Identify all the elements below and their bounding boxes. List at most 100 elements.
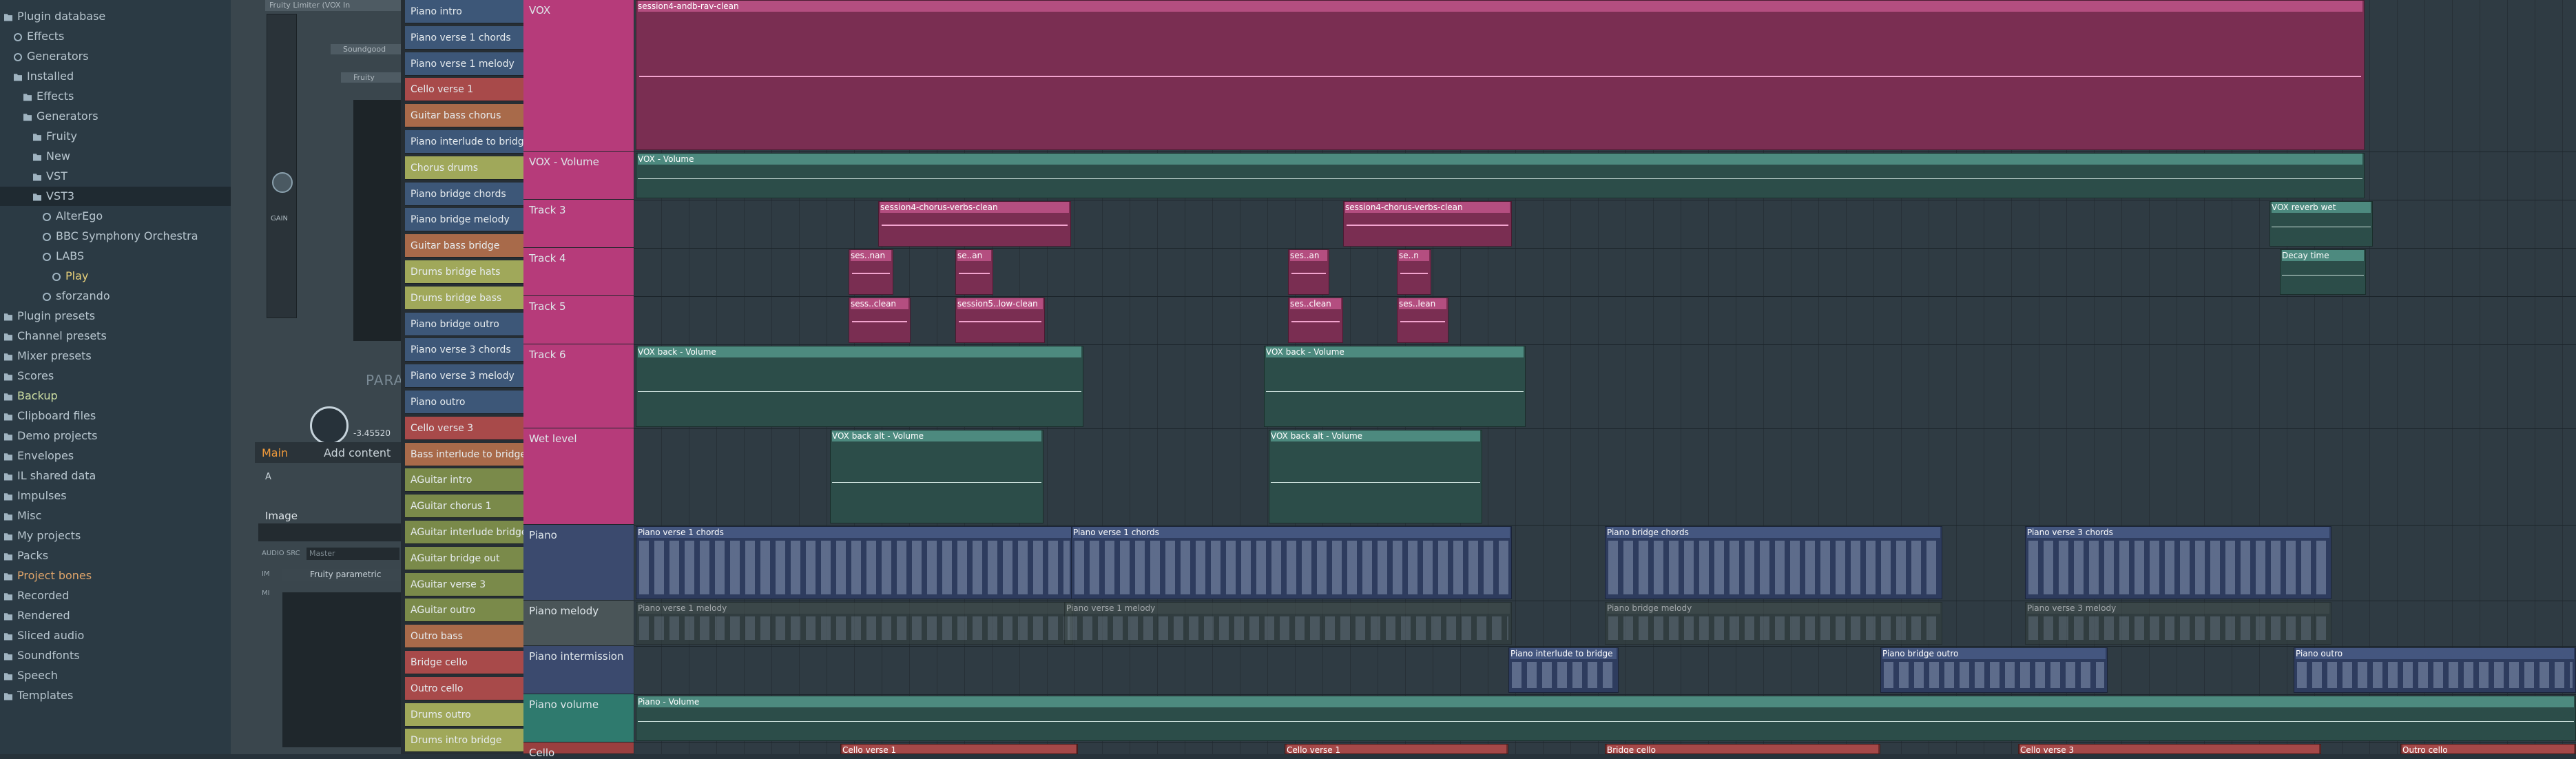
browser-item[interactable]: Clipboard files bbox=[0, 406, 231, 426]
timeline-clip[interactable]: Piano bridge outro bbox=[1880, 647, 2108, 693]
row-a-label[interactable]: A bbox=[265, 472, 271, 482]
timeline-clip[interactable]: session4-chorus-verbs-clean bbox=[878, 201, 1071, 247]
image-slot[interactable] bbox=[258, 523, 401, 541]
timeline-clip[interactable]: VOX back alt - Volume bbox=[1269, 430, 1482, 523]
clip-picker-item[interactable]: Piano verse 3 chords bbox=[405, 338, 523, 362]
timeline-clip[interactable]: Piano bridge chords bbox=[1605, 526, 1942, 599]
fruity-window-titlebar[interactable]: Fruity bbox=[341, 72, 401, 83]
track-header[interactable]: Track 6 bbox=[523, 344, 634, 428]
clip-picker-item[interactable]: Guitar bass bridge bbox=[405, 234, 523, 258]
track-header[interactable]: Piano intermission bbox=[523, 646, 634, 694]
timeline-clip[interactable]: VOX back alt - Volume bbox=[830, 430, 1043, 523]
track-header[interactable]: Piano volume bbox=[523, 694, 634, 742]
clip-picker-item[interactable]: Cello verse 1 bbox=[405, 78, 523, 102]
timeline-clip[interactable]: VOX back - Volume bbox=[636, 346, 1083, 427]
eq-graph[interactable] bbox=[282, 592, 401, 747]
timeline-clip[interactable]: ses..an bbox=[1288, 249, 1329, 295]
audio-src-select[interactable]: Master bbox=[307, 548, 399, 560]
browser-item[interactable]: LABS bbox=[0, 247, 231, 266]
browser-item[interactable]: Misc bbox=[0, 506, 231, 526]
tab-add-content[interactable]: Add content bbox=[324, 446, 391, 459]
timeline-clip[interactable]: Piano verse 3 melody bbox=[2025, 602, 2331, 645]
browser-item[interactable]: Effects bbox=[0, 27, 231, 46]
track-header[interactable]: Cello bbox=[523, 742, 634, 759]
clip-picker-item[interactable]: Piano bridge chords bbox=[405, 182, 523, 206]
clip-picker-item[interactable]: AGuitar chorus 1 bbox=[405, 495, 523, 519]
timeline-clip[interactable]: Cello verse 3 bbox=[2018, 744, 2321, 754]
browser-item[interactable]: sforzando bbox=[0, 287, 231, 306]
clip-picker-item[interactable]: Piano interlude to bridge bbox=[405, 130, 523, 154]
browser-item[interactable]: New bbox=[0, 147, 231, 166]
browser-item[interactable]: AlterEgo bbox=[0, 207, 231, 226]
browser-item[interactable]: Mixer presets bbox=[0, 346, 231, 366]
timeline-clip[interactable]: session4-chorus-verbs-clean bbox=[1343, 201, 1512, 247]
timeline-clip[interactable]: VOX back - Volume bbox=[1264, 346, 1526, 427]
browser-item[interactable]: Templates bbox=[0, 686, 231, 705]
clip-picker-item[interactable]: Drums intro bridge bbox=[405, 729, 523, 753]
clip-picker-item[interactable]: Outro bass bbox=[405, 625, 523, 649]
timeline-clip[interactable]: ses..clean bbox=[1288, 298, 1343, 343]
clip-picker-item[interactable]: AGuitar outro bbox=[405, 599, 523, 623]
timeline-clip[interactable]: session5..low-clean bbox=[955, 298, 1045, 343]
clip-picker-item[interactable]: Drums outro bbox=[405, 703, 523, 727]
clip-picker-item[interactable]: Piano verse 1 melody bbox=[405, 52, 523, 76]
timeline-clip[interactable]: Piano bridge melody bbox=[1605, 602, 1942, 645]
track-header[interactable]: VOX bbox=[523, 0, 634, 152]
clip-picker-item[interactable]: Bridge cello bbox=[405, 651, 523, 674]
timeline-clip[interactable]: Piano verse 3 chords bbox=[2025, 526, 2331, 599]
track-header[interactable]: Wet level bbox=[523, 428, 634, 525]
browser-item[interactable]: VST3 bbox=[0, 187, 231, 206]
track-header[interactable]: Track 5 bbox=[523, 296, 634, 344]
clip-picker-item[interactable]: Piano bridge melody bbox=[405, 208, 523, 232]
clip-picker-item[interactable]: Drums bridge bass bbox=[405, 286, 523, 310]
clip-picker-item[interactable]: AGuitar interlude bridge bbox=[405, 521, 523, 544]
timeline-clip[interactable]: Decay time bbox=[2280, 249, 2366, 295]
browser-item[interactable]: VST bbox=[0, 167, 231, 186]
track-header[interactable]: Piano bbox=[523, 525, 634, 601]
timeline-clip[interactable]: Piano verse 1 melody bbox=[1064, 602, 1512, 645]
timeline-clip[interactable]: Cello verse 1 bbox=[840, 744, 1078, 754]
clip-picker-item[interactable]: Piano intro bbox=[405, 0, 523, 23]
clip-picker-item[interactable]: Guitar bass chorus bbox=[405, 104, 523, 128]
clip-picker-item[interactable]: Piano verse 1 chords bbox=[405, 25, 523, 50]
browser-item[interactable]: Recorded bbox=[0, 586, 231, 605]
timeline-clip[interactable]: Piano verse 1 chords bbox=[636, 526, 1073, 599]
timeline-clip[interactable]: VOX reverb wet bbox=[2269, 201, 2373, 247]
timeline-clip[interactable]: Piano verse 1 melody bbox=[636, 602, 1073, 645]
track-header[interactable]: Track 4 bbox=[523, 248, 634, 296]
fruity-parametric-slot[interactable]: Fruity parametric bbox=[282, 569, 401, 581]
clip-picker-item[interactable]: AGuitar intro bbox=[405, 468, 523, 492]
timeline-clip[interactable]: Piano interlude to bridge bbox=[1508, 647, 1619, 693]
browser-item[interactable]: Rendered bbox=[0, 606, 231, 625]
clip-picker-item[interactable]: Drums bridge hats bbox=[405, 260, 523, 284]
clip-picker-item[interactable]: Cello verse 3 bbox=[405, 416, 523, 440]
browser-item[interactable]: Packs bbox=[0, 546, 231, 565]
browser-item[interactable]: Generators bbox=[0, 107, 231, 126]
clip-picker-item[interactable]: Piano verse 3 melody bbox=[405, 364, 523, 388]
browser-item[interactable]: Plugin presets bbox=[0, 306, 231, 326]
browser-item[interactable]: Demo projects bbox=[0, 426, 231, 446]
playlist-timeline[interactable]: session4-andb-rav-clean VOX - Volume sessi… bbox=[634, 0, 2576, 754]
browser-item[interactable]: Fruity bbox=[0, 127, 231, 146]
timeline-clip[interactable]: Bridge cello bbox=[1605, 744, 1880, 754]
browser-item[interactable]: Speech bbox=[0, 666, 231, 685]
timeline-clip[interactable]: VOX - Volume bbox=[636, 153, 2365, 198]
fruity-limiter-window-titlebar[interactable]: Fruity Limiter (VOX In bbox=[265, 0, 401, 11]
browser-item[interactable]: Effects bbox=[0, 87, 231, 106]
gain-knob[interactable] bbox=[272, 172, 293, 193]
clip-picker-item[interactable]: Outro cello bbox=[405, 676, 523, 700]
browser-item[interactable]: BBC Symphony Orchestra bbox=[0, 227, 231, 246]
track-header[interactable]: Piano melody bbox=[523, 601, 634, 646]
clip-picker-item[interactable]: AGuitar verse 3 bbox=[405, 572, 523, 596]
timeline-clip[interactable]: se..n bbox=[1397, 249, 1431, 295]
browser-item[interactable]: Generators bbox=[0, 47, 231, 66]
tab-main[interactable]: Main bbox=[262, 446, 288, 459]
soundgoodizer-titlebar[interactable]: Soundgood bbox=[331, 44, 401, 54]
timeline-clip[interactable]: Cello verse 1 bbox=[1285, 744, 1508, 754]
clip-picker-item[interactable]: Chorus drums bbox=[405, 156, 523, 180]
browser-item[interactable]: Plugin database bbox=[0, 7, 231, 26]
browser-item[interactable]: Backup bbox=[0, 386, 231, 406]
timeline-clip[interactable]: ses..nan bbox=[849, 249, 893, 295]
browser-item[interactable]: IL shared data bbox=[0, 466, 231, 486]
browser-item[interactable]: Channel presets bbox=[0, 326, 231, 346]
